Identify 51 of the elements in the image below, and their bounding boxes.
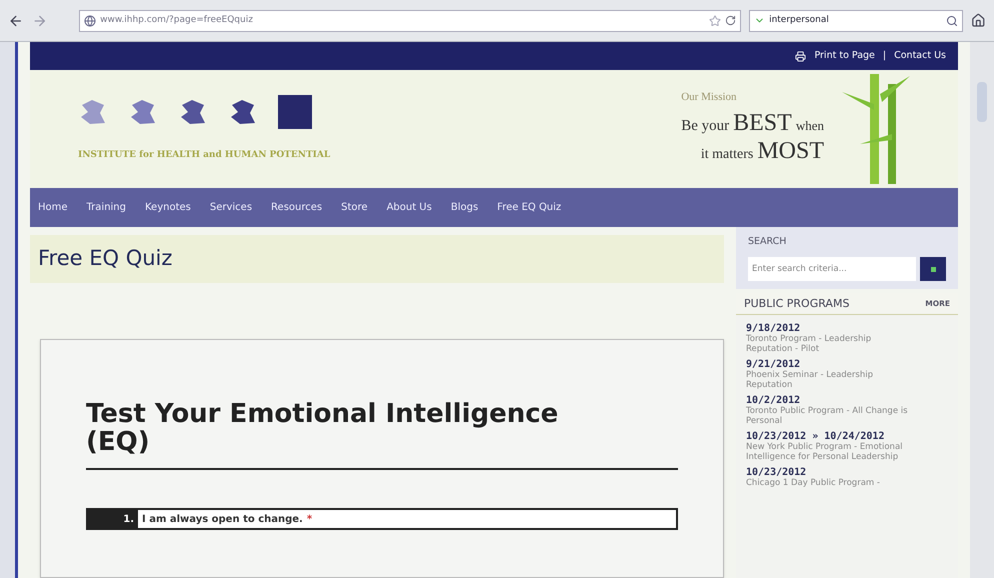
program-name: New York Public Program - Emotional Intelligence for Personal Leadership [746, 442, 904, 462]
page-title: Free EQ Quiz [38, 245, 172, 272]
square-icon [930, 266, 936, 272]
nav-link[interactable]: Services [210, 200, 252, 215]
nav-link[interactable]: Store [341, 200, 368, 215]
program-name: Toronto Public Program - All Change is Personal [746, 406, 909, 426]
nav-link[interactable]: Keynotes [145, 200, 191, 215]
tagline-text: MOST [757, 137, 824, 166]
star-icon[interactable] [709, 14, 722, 26]
search-button[interactable] [920, 257, 946, 282]
program-date[interactable]: 9/21/2012 [746, 359, 948, 370]
mission-label: Our Mission [681, 90, 737, 105]
program-date[interactable]: 10/23/2012 » 10/24/2012 [746, 431, 948, 442]
program-name: Toronto Program - Leadership Reputation - Pilot [746, 334, 872, 354]
search-icon[interactable] [946, 14, 958, 26]
reload-icon[interactable] [725, 15, 736, 26]
program-date[interactable]: 10/23/2012 [746, 467, 948, 478]
programs-title: PUBLIC PROGRAMS [744, 296, 850, 312]
address-field[interactable]: www.ihhp.com/?page=freeEQquiz [79, 10, 742, 32]
search-field[interactable]: interpersonal [749, 10, 964, 32]
top-link[interactable]: Print to Page [814, 48, 875, 64]
url-text: www.ihhp.com/?page=freeEQquiz [100, 14, 254, 27]
link-separator: | [882, 48, 886, 63]
tagline-text: it matters [700, 146, 754, 164]
nav-link[interactable]: Training [86, 200, 126, 215]
tagline-text: Be your [681, 117, 730, 136]
institute-name: INSTITUTE for HEALTH and HUMAN POTENTIAL [78, 149, 330, 162]
tagline-text: when [796, 117, 824, 136]
required-mark: * [306, 512, 312, 526]
nav-link[interactable]: Blogs [450, 200, 478, 215]
quiz-title: Test Your Emotional Intelligence (EQ) [86, 400, 560, 456]
program-date[interactable]: 10/2/2012 [746, 395, 948, 406]
search-input[interactable]: Enter search criteria... [748, 257, 916, 282]
tagline-text: BEST [733, 109, 792, 138]
program-date[interactable]: 9/18/2012 [746, 323, 948, 334]
home-icon[interactable] [971, 13, 986, 28]
top-link[interactable]: Contact Us [894, 48, 946, 64]
question-text: I am always open to change. * [138, 510, 676, 528]
search-value: interpersonal [769, 14, 830, 27]
nav-link[interactable]: About Us [386, 200, 432, 215]
scroll-thumb[interactable] [977, 82, 987, 122]
program-name: Phoenix Seminar - Leadership Reputation [746, 370, 874, 390]
search-title: SEARCH [748, 235, 788, 249]
nav-link[interactable]: Free EQ Quiz [497, 200, 562, 215]
program-name: Chicago 1 Day Public Program - [746, 478, 881, 488]
nav-link[interactable]: Home [38, 200, 68, 215]
globe-icon [84, 14, 96, 26]
question-number: 1. [88, 510, 138, 528]
logo-square-icon [278, 95, 312, 130]
nav-link[interactable]: Resources [271, 200, 322, 215]
printer-icon [795, 50, 806, 62]
